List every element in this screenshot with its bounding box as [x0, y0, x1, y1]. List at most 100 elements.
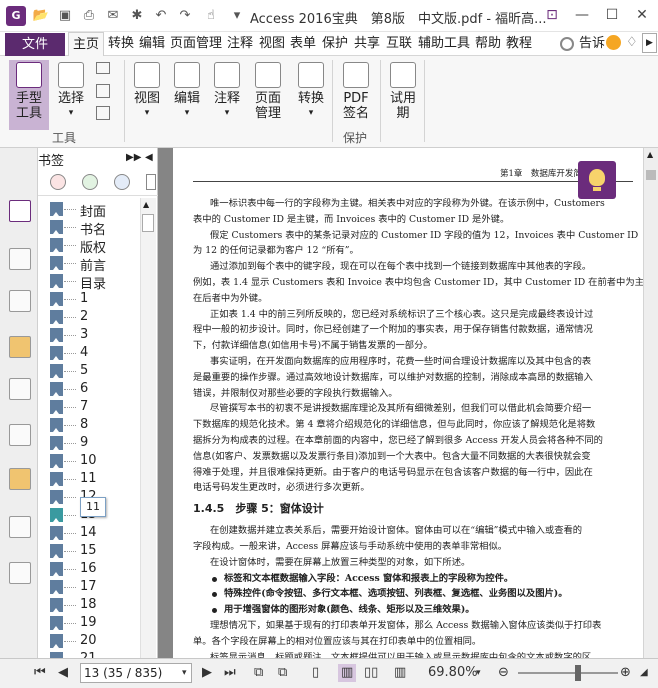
comments-icon[interactable]: [9, 336, 31, 358]
next-page-button[interactable]: ▶: [202, 664, 212, 682]
tab-form[interactable]: 表单: [290, 36, 316, 52]
page-number-input[interactable]: 13 (35 / 835): [80, 663, 192, 683]
bookmark-item[interactable]: 版权: [48, 236, 143, 256]
bookmark-item[interactable]: 3: [48, 326, 143, 344]
new-icon[interactable]: ✱: [128, 7, 146, 25]
tab-home[interactable]: 主页: [68, 32, 104, 57]
tab-view[interactable]: 视图: [259, 36, 285, 52]
tab-accessibility[interactable]: 辅助工具: [418, 36, 470, 52]
move-bookmark-icon[interactable]: [114, 174, 130, 190]
form-fields-icon[interactable]: [9, 516, 31, 538]
customize-icon[interactable]: ▾: [228, 7, 246, 25]
bookmark-item[interactable]: 11: [48, 470, 143, 488]
edit-button[interactable]: 编辑 ▾: [168, 60, 206, 130]
add-bookmark-icon[interactable]: [82, 174, 98, 190]
zoom-out-icon[interactable]: ⊖: [498, 664, 509, 682]
tab-tutorial[interactable]: 教程: [506, 36, 532, 52]
tab-convert[interactable]: 转换: [108, 36, 134, 52]
open-icon[interactable]: 📂: [32, 7, 50, 25]
single-page-icon[interactable]: ▯: [312, 664, 319, 682]
tools-icon[interactable]: [9, 562, 31, 584]
save-icon[interactable]: ▣: [56, 7, 74, 25]
continuous-facing-icon[interactable]: ▥: [394, 664, 406, 682]
bookmark-item[interactable]: 8: [48, 416, 143, 434]
tip-lightbulb-button[interactable]: [578, 161, 616, 199]
bookmark-item[interactable]: 15: [48, 542, 143, 560]
zoom-slider[interactable]: [518, 672, 618, 674]
bookmark-item[interactable]: 10: [48, 452, 143, 470]
smiley-icon[interactable]: [606, 35, 621, 50]
scroll-up-icon[interactable]: ▲: [143, 200, 149, 209]
delete-bookmark-icon[interactable]: [50, 174, 66, 190]
tab-edit[interactable]: 编辑: [139, 36, 165, 52]
panel-menu-icon[interactable]: ▶▶: [126, 152, 141, 163]
bookmark-item[interactable]: 2: [48, 308, 143, 326]
bookmark-item[interactable]: 7: [48, 398, 143, 416]
bookmark-item[interactable]: 20: [48, 632, 143, 650]
trial-button[interactable]: 试用 期: [384, 60, 422, 130]
page-manage-button[interactable]: 页面 管理: [248, 60, 288, 130]
scroll-thumb[interactable]: [646, 170, 656, 180]
bookmark-item[interactable]: 5: [48, 362, 143, 380]
bookmark-scrollbar[interactable]: ▲: [140, 198, 156, 658]
first-page-button[interactable]: ⏮: [34, 664, 46, 682]
clipboard-icon[interactable]: [96, 84, 110, 98]
bookmark-item[interactable]: 19: [48, 614, 143, 632]
bookmark-item[interactable]: 书名: [48, 218, 143, 238]
close-icon[interactable]: ✕: [633, 6, 651, 24]
bookmark-item[interactable]: 目录: [48, 272, 143, 292]
tab-help[interactable]: 帮助: [475, 36, 501, 52]
layers-icon[interactable]: [9, 290, 31, 312]
previous-view-icon[interactable]: ⧉: [254, 664, 263, 682]
convert-button[interactable]: 转换 ▾: [292, 60, 330, 130]
bookmark-item[interactable]: 17: [48, 578, 143, 596]
bookmark-item[interactable]: 18: [48, 596, 143, 614]
chevron-down-icon[interactable]: ▾: [476, 664, 481, 682]
security-lock-icon[interactable]: [9, 468, 31, 490]
maximize-icon[interactable]: ☐: [603, 6, 621, 24]
previous-page-button[interactable]: ◀: [58, 664, 68, 682]
snapshot-icon[interactable]: [96, 62, 110, 74]
bookmark-panel-icon[interactable]: [9, 200, 31, 222]
zoom-level[interactable]: 69.80%: [428, 664, 478, 682]
share-icon[interactable]: ⊡: [543, 6, 561, 24]
email-icon[interactable]: ✉: [104, 7, 122, 25]
page-thumbnails-icon[interactable]: [9, 248, 31, 270]
hand-icon[interactable]: ☝: [202, 7, 220, 25]
collapse-panel-icon[interactable]: ◀: [145, 152, 153, 163]
print-icon[interactable]: ⎙: [80, 7, 98, 25]
tell-me-search[interactable]: 告诉: [579, 36, 605, 52]
more-bookmark-icon[interactable]: [146, 174, 156, 190]
attachments-icon[interactable]: [9, 378, 31, 400]
tab-protect[interactable]: 保护: [322, 36, 348, 52]
document-scrollbar[interactable]: ▲: [643, 148, 658, 658]
comment-button[interactable]: 注释 ▾: [208, 60, 246, 130]
minimize-icon[interactable]: —: [573, 6, 591, 24]
scroll-up-icon[interactable]: ▲: [647, 150, 653, 159]
file-menu-tab[interactable]: 文件: [5, 33, 65, 56]
signature-icon[interactable]: [9, 424, 31, 446]
facing-page-icon[interactable]: ▯▯: [364, 664, 378, 682]
bookmark-item[interactable]: 前言: [48, 254, 143, 274]
tab-comment[interactable]: 注释: [227, 36, 253, 52]
bookmark-item[interactable]: 9: [48, 434, 143, 452]
fit-page-icon[interactable]: [96, 106, 110, 120]
bookmark-item[interactable]: 16: [48, 560, 143, 578]
zoom-slider-handle[interactable]: [575, 665, 581, 681]
resize-grip-icon[interactable]: ◢: [640, 664, 648, 682]
bookmark-item[interactable]: 14: [48, 524, 143, 542]
bell-icon[interactable]: ♢: [626, 35, 638, 50]
ribbon-scroll-right-icon[interactable]: ▶: [642, 33, 657, 53]
undo-icon[interactable]: ↶: [152, 7, 170, 25]
chevron-down-icon[interactable]: ▾: [182, 664, 187, 682]
lightbulb-hint-icon[interactable]: [560, 37, 574, 51]
scroll-thumb[interactable]: [142, 214, 154, 232]
pdf-sign-button[interactable]: PDF 签名: [336, 60, 376, 130]
bookmark-item[interactable]: 1: [48, 290, 143, 308]
next-view-icon[interactable]: ⧉: [278, 664, 287, 682]
tab-connect[interactable]: 互联: [386, 36, 412, 52]
tab-page-manage[interactable]: 页面管理: [170, 36, 222, 52]
view-button[interactable]: 视图 ▾: [128, 60, 166, 130]
bookmark-item[interactable]: 4: [48, 344, 143, 362]
continuous-page-icon[interactable]: ▥: [338, 664, 357, 682]
